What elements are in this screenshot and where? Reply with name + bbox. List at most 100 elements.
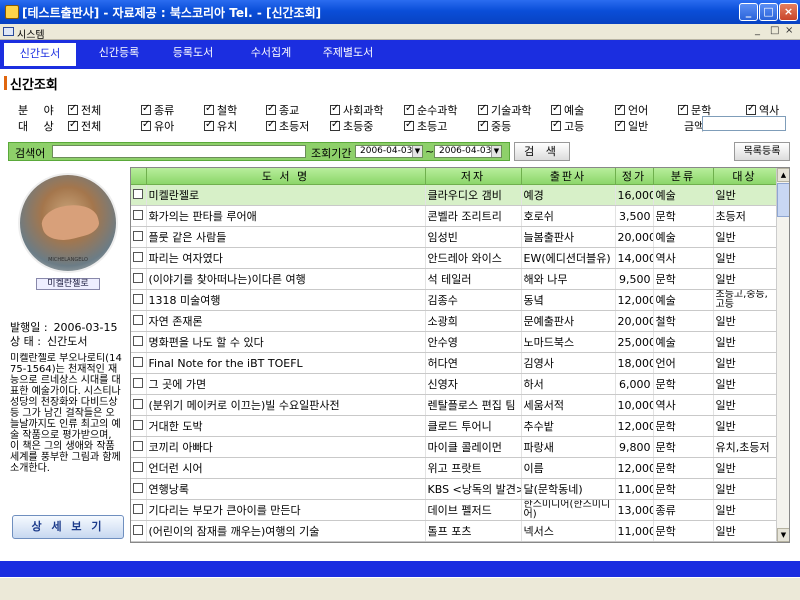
target-checkbox-general[interactable]: 일반 <box>615 118 648 134</box>
target-checkbox-middle[interactable]: 중등 <box>478 118 511 134</box>
header-category[interactable]: 분류 <box>653 168 714 185</box>
header-title[interactable]: 도 서 명 <box>146 168 426 185</box>
mdi-restore-button[interactable]: □ <box>770 25 779 36</box>
chevron-down-icon[interactable]: ▼ <box>491 146 501 157</box>
row-checkbox[interactable] <box>131 520 147 542</box>
header-publisher[interactable]: 출판사 <box>521 168 616 185</box>
search-button[interactable]: 검 색 <box>514 142 570 161</box>
tab-books-by-subject[interactable]: 주제별도서 <box>308 40 388 66</box>
target-checkbox-elementary-high[interactable]: 초등고 <box>404 118 447 134</box>
status-label: 상 태 : <box>10 335 41 348</box>
row-checkbox[interactable] <box>131 184 147 206</box>
table-row[interactable]: 플룻 같은 사람들 임성빈 늘봄출판사 20,000 예술 일반 <box>131 226 777 248</box>
mdi-minimize-button[interactable]: _ <box>755 25 760 36</box>
scroll-up-icon[interactable]: ▲ <box>777 168 789 182</box>
maximize-button[interactable]: □ <box>759 3 778 21</box>
cell-category: 예술 <box>653 184 714 206</box>
table-row[interactable]: 코끼리 아빠다 마이클 콜레이먼 파랑새 9,800 문학 유치,초등저 <box>131 436 777 458</box>
row-checkbox[interactable] <box>131 499 147 521</box>
cell-publisher: 해와 나무 <box>521 268 616 290</box>
target-checkbox-elementary-low[interactable]: 초등저 <box>266 118 309 134</box>
row-checkbox[interactable] <box>131 373 147 395</box>
cell-publisher: ΕW(에디션더블유) <box>521 247 616 269</box>
table-scrollbar[interactable]: ▲ ▼ <box>776 168 789 542</box>
table-row[interactable]: 그 곳에 가면 신영자 하서 6,000 문학 일반 <box>131 373 777 395</box>
scroll-down-icon[interactable]: ▼ <box>777 528 789 542</box>
tab-acquisition-summary[interactable]: 수서집계 <box>236 40 306 66</box>
detail-view-button[interactable]: 상 세 보 기 <box>12 515 124 539</box>
status-value: 신간도서 <box>46 335 88 348</box>
app-icon <box>5 5 19 19</box>
row-checkbox[interactable] <box>131 289 147 311</box>
row-checkbox[interactable] <box>131 226 147 248</box>
table-row[interactable]: (어린이의 잠재를 깨우는)여행의 기술 톨프 포츠 넥서스 11,000 문학 일반 <box>131 520 777 542</box>
keyword-input[interactable] <box>52 145 306 158</box>
scroll-thumb[interactable] <box>777 183 789 217</box>
row-checkbox[interactable] <box>131 394 147 416</box>
table-row[interactable]: 연행낭록 KBS <낭독의 발견> 달(문학동네) 11,000 문학 일반 <box>131 478 777 500</box>
cell-author: 클로드 투어니 <box>425 415 522 437</box>
header-checkbox[interactable] <box>131 168 147 185</box>
row-checkbox[interactable] <box>131 268 147 290</box>
cell-category: 예술 <box>653 226 714 248</box>
target-checkbox-kindergarten[interactable]: 유치 <box>204 118 237 134</box>
cell-publisher: 늘봄출판사 <box>521 226 616 248</box>
minimize-button[interactable]: _ <box>739 3 758 21</box>
price-input[interactable] <box>702 116 786 131</box>
cell-target: 초등저 <box>713 205 777 227</box>
row-checkbox[interactable] <box>131 205 147 227</box>
close-button[interactable]: × <box>779 3 798 21</box>
page-title: 신간조회 <box>10 78 58 93</box>
row-checkbox[interactable] <box>131 247 147 269</box>
tab-new-register[interactable]: 신간등록 <box>84 40 154 66</box>
cell-price: 14,000 <box>615 247 654 269</box>
tab-registered-books[interactable]: 등록도서 <box>158 40 228 66</box>
cell-target: 일반 <box>713 310 777 332</box>
menu-system[interactable]: 시스템 <box>17 26 45 41</box>
cell-publisher: 동녘 <box>521 289 616 311</box>
date-from-picker[interactable]: 2006-04-03 ▼ <box>355 145 423 158</box>
cell-price: 13,000 <box>615 499 654 521</box>
target-checkbox-all[interactable]: 전체 <box>68 118 101 134</box>
table-row[interactable]: (분위기 메이커로 이끄는)빌 수요일판사전 렌탈플로스 편집 팀 세움서적 10,0… <box>131 394 777 416</box>
header-target[interactable]: 대상 <box>713 168 777 185</box>
target-checkbox-high[interactable]: 고등 <box>551 118 584 134</box>
mdi-close-button[interactable]: × <box>785 25 793 36</box>
date-to-picker[interactable]: 2006-04-03 ▼ <box>434 145 502 158</box>
table-row[interactable]: 화가의는 판타를 루어애 콘벨라 조리트리 호로쉬 3,500 문학 초등저 <box>131 205 777 227</box>
target-checkbox-elementary-mid[interactable]: 초등중 <box>330 118 373 134</box>
row-checkbox[interactable] <box>131 478 147 500</box>
cell-price: 20,000 <box>615 310 654 332</box>
table-row[interactable]: 1318 미술여행 김종수 동녘 12,000 예술 초등고,중등,고등 <box>131 289 777 311</box>
table-row[interactable]: 자연 존재론 소광희 문예출판사 20,000 철학 일반 <box>131 310 777 332</box>
table-row[interactable]: Final Note for the iBT TOEFL 허다연 김영사 18,000… <box>131 352 777 374</box>
row-checkbox[interactable] <box>131 310 147 332</box>
table-row[interactable]: 명화편을 나도 할 수 있다 안수영 노마드북스 25,000 예술 일반 <box>131 331 777 353</box>
window-titlebar[interactable]: [테스트출판사] - 자료제공 : 북스코리아 Tel. - [신간조회] _ … <box>0 0 800 24</box>
table-row[interactable]: 언더런 시어 위고 프랏트 이름 12,000 문학 일반 <box>131 457 777 479</box>
header-author[interactable]: 저자 <box>425 168 522 185</box>
row-checkbox[interactable] <box>131 331 147 353</box>
row-checkbox[interactable] <box>131 352 147 374</box>
table-row[interactable]: 거대한 도박 클로드 투어니 추수밭 12,000 문학 일반 <box>131 415 777 437</box>
table-row[interactable]: 기다리는 부모가 큰아이를 만든다 데이브 펠저드 한스미디어(한즈미디어) 13,0… <box>131 499 777 521</box>
cell-category: 문학 <box>653 478 714 500</box>
cell-publisher: 세움서적 <box>521 394 616 416</box>
target-checkbox-infant[interactable]: 유아 <box>141 118 174 134</box>
cell-title: 코끼리 아빠다 <box>146 436 426 458</box>
cell-title: 명화편을 나도 할 수 있다 <box>146 331 426 353</box>
cell-title: 자연 존재론 <box>146 310 426 332</box>
list-register-button[interactable]: 목록등록 <box>734 142 790 161</box>
table-row[interactable]: 파리는 여자였다 안드레아 와이스 ΕW(에디션더블유) 14,000 역사 일반 <box>131 247 777 269</box>
row-checkbox[interactable] <box>131 436 147 458</box>
cell-category: 문학 <box>653 205 714 227</box>
table-row[interactable]: (이야기를 찾아떠나는)이다른 여행 석 테일러 해와 나무 9,500 문학 일반 <box>131 268 777 290</box>
table-row[interactable]: 미켈란젤로 클라우디오 갬비 예경 16,000 예술 일반 <box>131 184 777 206</box>
tab-new-books[interactable]: 신간도서 <box>4 40 76 66</box>
cell-price: 16,000 <box>615 184 654 206</box>
header-price[interactable]: 정가 <box>615 168 654 185</box>
row-checkbox[interactable] <box>131 457 147 479</box>
menu-bar: 시스템 _ □ × <box>0 24 800 41</box>
row-checkbox[interactable] <box>131 415 147 437</box>
chevron-down-icon[interactable]: ▼ <box>412 146 422 157</box>
